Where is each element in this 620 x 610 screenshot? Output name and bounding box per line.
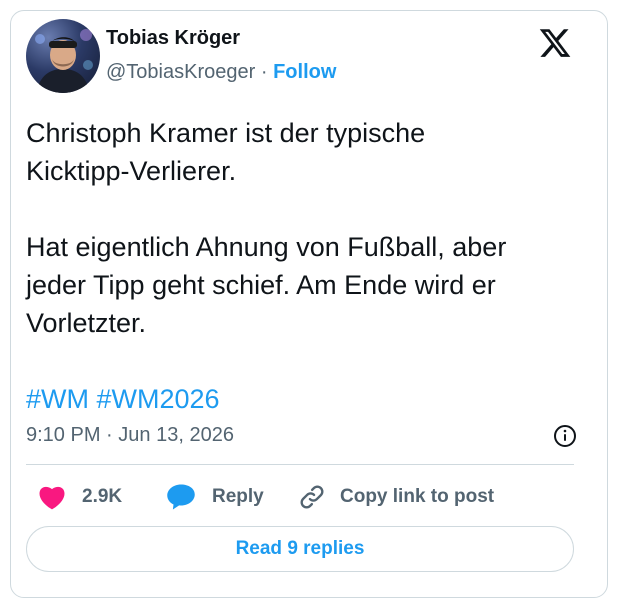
x-logo-icon[interactable] bbox=[538, 26, 572, 60]
divider bbox=[26, 464, 574, 465]
tweet-text: Christoph Kramer ist der typische Kickti… bbox=[26, 114, 576, 418]
like-button[interactable]: 2.9K bbox=[38, 482, 122, 512]
action-bar: 2.9K Reply Copy link to post bbox=[26, 482, 574, 512]
tweet-line: Hat eigentlich Ahnung von Fußball, aber bbox=[26, 232, 507, 262]
timestamp-separator: · bbox=[106, 424, 113, 446]
tweet-date: Jun 13, 2026 bbox=[118, 424, 234, 446]
hashtag-link[interactable]: #WM2026 bbox=[97, 384, 220, 414]
author-handle[interactable]: @TobiasKroeger bbox=[106, 61, 255, 83]
heart-icon bbox=[39, 486, 65, 510]
handle-separator: · bbox=[260, 61, 268, 83]
link-icon bbox=[300, 485, 324, 509]
copy-link-label: Copy link to post bbox=[340, 486, 495, 507]
avatar[interactable] bbox=[26, 19, 100, 93]
reply-label: Reply bbox=[212, 486, 264, 507]
tweet-timestamp[interactable]: 9:10 PM · Jun 13, 2026 bbox=[26, 423, 234, 447]
tweet-line: jeder Tipp geht schief. Am Ende wird er bbox=[26, 270, 496, 300]
reply-button[interactable]: Reply bbox=[166, 482, 264, 512]
tweet-line: Vorletzter. bbox=[26, 308, 147, 338]
copy-link-button[interactable]: Copy link to post bbox=[298, 482, 494, 512]
hashtag-row: #WM #WM2026 bbox=[26, 380, 576, 418]
follow-link[interactable]: Follow bbox=[273, 61, 336, 83]
hashtag-link[interactable]: #WM bbox=[26, 384, 89, 414]
tweet-line: Kicktipp-Verlierer. bbox=[26, 156, 237, 186]
reply-bubble-icon bbox=[167, 484, 195, 510]
read-replies-button[interactable]: Read 9 replies bbox=[26, 526, 574, 572]
tweet-line: Christoph Kramer ist der typische bbox=[26, 118, 426, 148]
like-count: 2.9K bbox=[82, 486, 123, 507]
author-name[interactable]: Tobias Kröger bbox=[106, 26, 240, 50]
tweet-time: 9:10 PM bbox=[26, 424, 101, 446]
avatar-image bbox=[35, 29, 93, 93]
info-icon[interactable] bbox=[553, 424, 577, 448]
author-handle-row: @TobiasKroeger · Follow bbox=[106, 60, 336, 84]
